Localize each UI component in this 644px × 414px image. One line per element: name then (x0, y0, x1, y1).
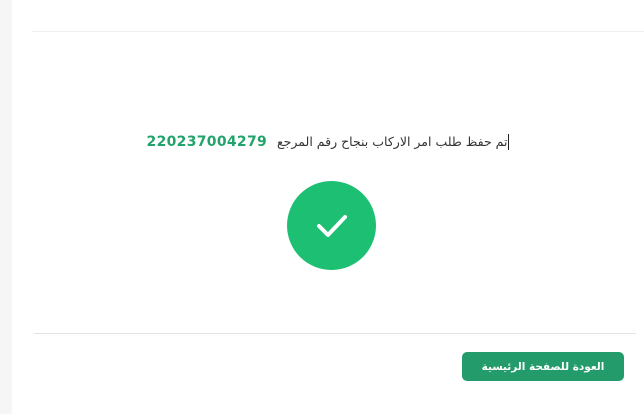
bottom-divider (34, 333, 636, 334)
confirmation-message: تم حفظ طلب امر الاركاب بنجاح رقم المرجع (277, 134, 510, 150)
back-to-home-button[interactable]: العودة للصفحة الرئيسية (462, 352, 624, 381)
confirmation-card: تم حفظ طلب امر الاركاب بنجاح رقم المرجع … (12, 0, 644, 414)
confirmation-message-row: تم حفظ طلب امر الاركاب بنجاح رقم المرجع … (12, 130, 644, 154)
success-badge (287, 181, 376, 270)
reference-number: 220237004279 (146, 134, 268, 150)
check-icon (316, 214, 347, 237)
top-divider (32, 31, 644, 32)
